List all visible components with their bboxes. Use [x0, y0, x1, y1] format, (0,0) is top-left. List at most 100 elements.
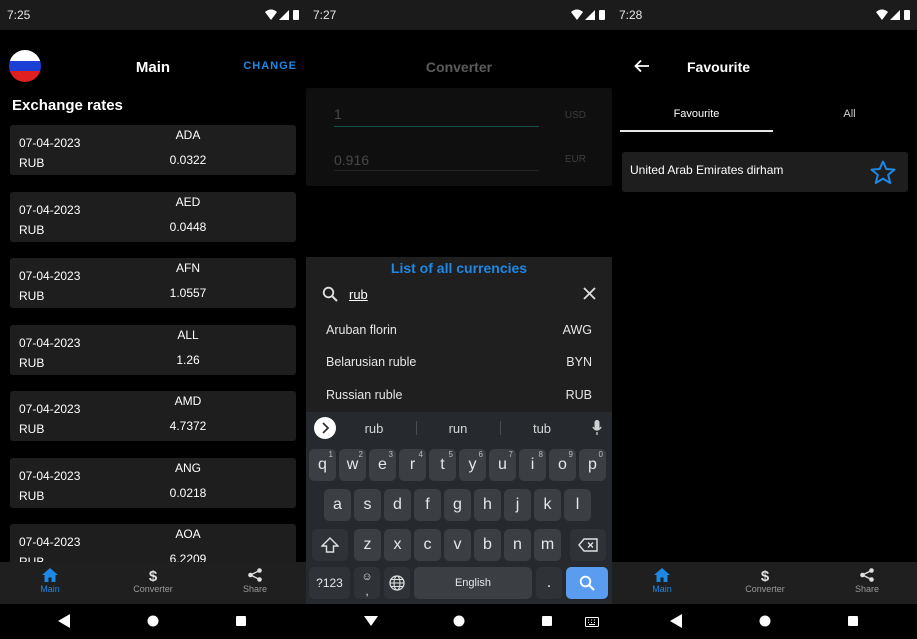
key-v[interactable]: v — [444, 529, 471, 561]
key-u[interactable]: u7 — [489, 449, 516, 481]
key-e[interactable]: e3 — [369, 449, 396, 481]
language-key[interactable] — [384, 567, 410, 599]
key-x[interactable]: x — [384, 529, 411, 561]
key-c[interactable]: c — [414, 529, 441, 561]
key-l[interactable]: l — [564, 489, 591, 521]
currency-picker-sheet: List of all currencies Aruban florin AWG… — [306, 257, 612, 412]
rate-card[interactable]: 07-04-2023 RUB ANG 0.0218 — [10, 457, 296, 508]
key-m[interactable]: m — [534, 529, 561, 561]
nav-converter-label: Converter — [745, 584, 785, 594]
key-t[interactable]: t5 — [429, 449, 456, 481]
key-w[interactable]: w2 — [339, 449, 366, 481]
nav-main[interactable]: Main — [0, 568, 100, 594]
dollar-icon: $ — [761, 568, 770, 582]
chevron-right-icon — [322, 422, 330, 434]
key-i[interactable]: i8 — [519, 449, 546, 481]
key-label: i — [530, 456, 535, 473]
favourite-currency-name: United Arab Emirates dirham — [630, 163, 784, 177]
suggestion-divider — [416, 421, 417, 435]
key-label: w — [346, 456, 359, 473]
shift-key[interactable] — [312, 529, 348, 561]
search-icon — [579, 575, 595, 591]
nav-share[interactable]: Share — [205, 568, 305, 594]
recents-square-icon[interactable] — [541, 614, 553, 628]
page-title: Favourite — [687, 59, 751, 75]
system-nav-bar — [0, 604, 306, 639]
recents-square-icon[interactable] — [847, 614, 859, 628]
back-triangle-icon[interactable] — [58, 614, 70, 628]
key-label: r — [409, 456, 416, 473]
favourite-screen: 7:28 Favourite Favourite All United Arab… — [612, 0, 917, 639]
key-s[interactable]: s — [354, 489, 381, 521]
key-hint: 0 — [598, 450, 603, 459]
key-hint: 3 — [388, 450, 393, 459]
search-icon — [322, 286, 338, 302]
key-p[interactable]: p0 — [579, 449, 606, 481]
home-circle-icon[interactable] — [759, 614, 771, 628]
key-d[interactable]: d — [384, 489, 411, 521]
back-arrow-icon[interactable] — [634, 59, 650, 73]
currency-list-item[interactable]: Aruban florin AWG — [306, 315, 612, 345]
favourite-item[interactable]: United Arab Emirates dirham — [622, 152, 908, 192]
rate-value: 0.0448 — [169, 219, 207, 234]
search-action-key[interactable] — [566, 567, 608, 599]
key-r[interactable]: r4 — [399, 449, 426, 481]
key-a[interactable]: a — [324, 489, 351, 521]
symbols-key[interactable]: ?123 — [309, 567, 350, 599]
key-z[interactable]: z — [354, 529, 381, 561]
rate-value: 4.7372 — [169, 419, 207, 433]
rate-card[interactable]: 07-04-2023 RUB AED 0.0448 — [10, 191, 296, 242]
key-h[interactable]: h — [474, 489, 501, 521]
tab-favourite[interactable]: Favourite — [620, 108, 773, 120]
rate-card[interactable]: 07-04-2023 RUB ALL 1.26 — [10, 324, 296, 375]
close-icon[interactable] — [583, 287, 596, 300]
suggestion[interactable]: run — [428, 421, 488, 436]
share-icon — [248, 568, 262, 582]
key-b[interactable]: b — [474, 529, 501, 561]
key-f[interactable]: f — [414, 489, 441, 521]
rate-card[interactable]: 07-04-2023 RUB AMD 4.7372 — [10, 391, 296, 441]
nav-converter[interactable]: $ Converter — [103, 568, 203, 594]
backspace-key[interactable] — [570, 529, 606, 561]
key-y[interactable]: y6 — [459, 449, 486, 481]
key-k[interactable]: k — [534, 489, 561, 521]
keyboard-switch-icon[interactable] — [585, 617, 599, 627]
status-time: 7:27 — [313, 8, 337, 22]
currency-name: Russian ruble — [326, 388, 403, 402]
nav-main[interactable]: Main — [612, 568, 712, 594]
rate-card[interactable]: 07-04-2023 RUB AFN 1.0557 — [10, 258, 296, 308]
nav-converter[interactable]: $ Converter — [715, 568, 815, 594]
currency-list-item[interactable]: Russian ruble RUB — [306, 380, 612, 410]
rate-card[interactable]: 07-04-2023 RUB ADA 0.0322 — [10, 125, 296, 175]
suggestion[interactable]: rub — [344, 421, 404, 436]
suggestion[interactable]: tub — [512, 421, 572, 436]
currency-search-input[interactable] — [349, 287, 549, 302]
tab-all[interactable]: All — [773, 108, 917, 120]
scrim-overlay[interactable] — [306, 30, 612, 257]
star-outline-icon[interactable] — [870, 160, 896, 185]
status-time: 7:28 — [619, 8, 643, 22]
change-button[interactable]: CHANGE — [243, 60, 297, 72]
nav-share[interactable]: Share — [817, 568, 917, 594]
key-g[interactable]: g — [444, 489, 471, 521]
microphone-icon[interactable] — [592, 420, 602, 436]
key-j[interactable]: j — [504, 489, 531, 521]
recents-square-icon[interactable] — [235, 614, 247, 628]
key-q[interactable]: q1 — [309, 449, 336, 481]
emoji-comma-key[interactable]: ☺ , — [354, 567, 380, 599]
sheet-title: List of all currencies — [390, 260, 528, 276]
rate-value: 1.0557 — [169, 286, 207, 300]
home-circle-icon[interactable] — [147, 614, 159, 628]
back-triangle-icon[interactable] — [670, 614, 682, 628]
currency-list-item[interactable]: Belarusian ruble BYN — [306, 347, 612, 377]
key-n[interactable]: n — [504, 529, 531, 561]
back-down-triangle-icon[interactable] — [364, 614, 378, 628]
home-circle-icon[interactable] — [453, 614, 465, 628]
space-key[interactable]: English — [414, 567, 532, 599]
key-o[interactable]: o9 — [549, 449, 576, 481]
section-title: Exchange rates — [12, 97, 123, 114]
period-key[interactable]: . — [536, 567, 562, 599]
wifi-icon — [571, 9, 583, 20]
expand-suggestions-button[interactable] — [314, 417, 336, 439]
rate-code: AOA — [175, 527, 201, 541]
